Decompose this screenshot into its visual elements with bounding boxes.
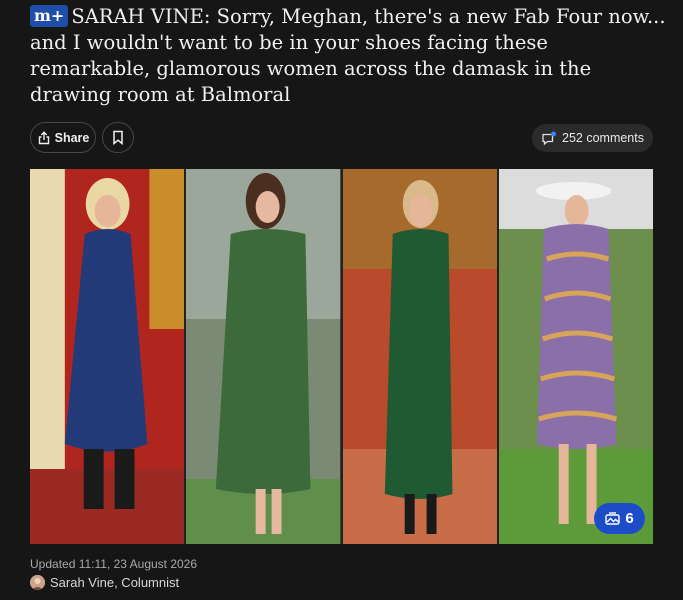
- mail-plus-logo: m+: [30, 5, 69, 27]
- gallery-icon: [605, 512, 621, 525]
- photo-panel-green-dress: [186, 169, 341, 544]
- photo-panel-emerald-dress: [342, 169, 497, 544]
- share-label: Share: [54, 130, 90, 145]
- bookmark-icon: [112, 130, 124, 145]
- gallery-count: 6: [625, 510, 634, 527]
- photo-panel-patterned-coat: [498, 169, 653, 544]
- comments-button[interactable]: 252 comments: [532, 124, 653, 152]
- author-name[interactable]: Sarah Vine, Columnist: [50, 575, 179, 590]
- gallery-count-button[interactable]: 6: [594, 503, 645, 534]
- headline-text: SARAH VINE: Sorry, Meghan, there's a new…: [30, 5, 666, 106]
- article-hero-image[interactable]: [30, 169, 653, 544]
- share-button[interactable]: Share: [30, 122, 96, 153]
- comment-bubble-icon: [541, 131, 557, 146]
- bookmark-button[interactable]: [102, 122, 134, 153]
- article-headline: m+ SARAH VINE: Sorry, Meghan, there's a n…: [30, 4, 670, 108]
- avatar: [30, 575, 45, 590]
- author-byline[interactable]: Sarah Vine, Columnist: [30, 575, 179, 590]
- photo-panel-blue-coat: [30, 169, 185, 544]
- comments-label: 252 comments: [562, 131, 644, 145]
- share-icon: [37, 130, 51, 145]
- updated-timestamp: Updated 11:11, 23 August 2026: [30, 557, 198, 571]
